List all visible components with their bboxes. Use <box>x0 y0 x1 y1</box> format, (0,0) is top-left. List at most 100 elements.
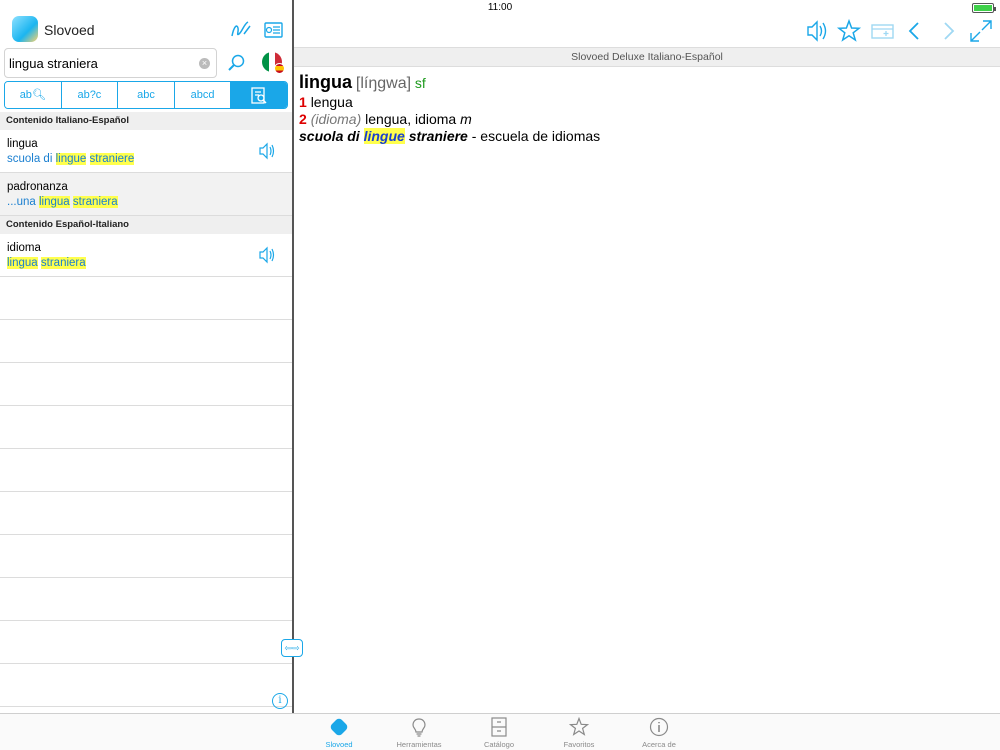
context-highlight: lingua <box>7 257 38 269</box>
list-item-headword: lingua <box>7 138 38 150</box>
empty-list-row <box>0 449 292 492</box>
results-list: Contenido Italiano-Español lingua scuola… <box>0 112 292 707</box>
tab-bar: Slovoed Herramientas Catálogo Favoritos … <box>0 713 1000 750</box>
section-header-it-es: Contenido Italiano-Español <box>0 112 292 130</box>
context-highlight: straniera <box>40 257 86 269</box>
sense-label: (idioma) <box>310 111 362 127</box>
context-highlight: straniere <box>89 153 135 165</box>
expand-icon <box>970 20 992 42</box>
split-resize-handle[interactable]: ⇦⇨ <box>281 639 303 657</box>
speaker-icon <box>807 20 827 42</box>
fulltext-search-icon <box>251 87 267 104</box>
sense-translation[interactable]: lengua, idioma <box>365 111 456 127</box>
chevron-left-icon <box>908 22 919 40</box>
tab-acerca-de[interactable]: Acerca de <box>624 717 694 749</box>
article-part-of-speech: sf <box>414 75 426 91</box>
empty-list-row <box>0 578 292 621</box>
article-sense-2: 2 (idioma) lengua, idioma m <box>299 111 989 128</box>
tab-herramientas[interactable]: Herramientas <box>384 717 454 749</box>
clear-search-button[interactable]: × <box>199 58 210 69</box>
article-header: lingua [líŋgwa] sf <box>299 72 989 92</box>
list-item[interactable]: lingua scuola di lingue straniere <box>0 130 292 173</box>
mode-wildcard[interactable]: ab?c <box>61 82 119 108</box>
mode-headword-label: ab <box>19 89 32 101</box>
context-highlight: straniera <box>72 196 118 208</box>
tab-label: Slovoed <box>325 740 353 749</box>
pronounce-button[interactable] <box>258 142 276 160</box>
add-card-icon <box>871 24 894 39</box>
section-header-es-it: Contenido Español-Italiano <box>0 216 292 234</box>
fullscreen-button[interactable] <box>968 18 994 44</box>
article-content: lingua [líŋgwa] sf 1 lengua 2 (idioma) l… <box>299 72 989 145</box>
article-toolbar <box>294 14 1000 48</box>
empty-list-row <box>0 277 292 320</box>
pane-divider <box>292 0 294 713</box>
info-button[interactable]: i <box>272 693 288 709</box>
empty-list-row <box>0 363 292 406</box>
search-button[interactable] <box>226 52 248 74</box>
sense-gender: m <box>460 111 472 127</box>
tab-catalogo[interactable]: Catálogo <box>464 717 534 749</box>
tab-slovoed[interactable]: Slovoed <box>304 717 374 749</box>
tab-label: Catálogo <box>483 740 515 749</box>
favorite-button[interactable] <box>836 18 862 44</box>
star-icon <box>569 717 589 736</box>
search-mode-selector: ab🔍︎ ab?c abc abcd <box>4 81 288 109</box>
star-icon <box>836 18 862 42</box>
article-transcription: [líŋgwa] <box>355 75 412 92</box>
tab-label: Favoritos <box>563 740 595 749</box>
history-button[interactable] <box>261 20 285 42</box>
empty-list-row <box>0 492 292 535</box>
chevron-right-icon <box>944 22 955 40</box>
cabinet-icon <box>491 717 507 737</box>
mode-headword[interactable]: ab🔍︎ <box>5 82 62 108</box>
magnifier-icon: 🔍︎ <box>31 89 46 101</box>
sense-translation[interactable]: lengua <box>311 94 353 110</box>
example-text[interactable]: scuola di <box>299 128 364 144</box>
slovoed-logo-icon <box>12 16 38 42</box>
mode-anagram[interactable]: abc <box>118 82 175 108</box>
empty-list-row <box>0 535 292 578</box>
dictionary-title: Slovoed Deluxe Italiano-Español <box>294 47 1000 67</box>
app-name: Slovoed <box>44 22 95 38</box>
info-icon <box>649 717 669 737</box>
spanish-flag-icon <box>274 63 285 74</box>
mode-fuzzy[interactable]: abcd <box>174 82 232 108</box>
sense-number: 1 <box>299 94 307 110</box>
list-item[interactable]: idioma lingua straniera <box>0 234 292 277</box>
list-item-context: scuola di lingue straniere <box>7 153 135 165</box>
back-button[interactable] <box>902 18 928 44</box>
empty-list-row <box>0 664 292 707</box>
list-item-headword: idioma <box>7 242 41 254</box>
article-sense-1: 1 lengua <box>299 94 989 111</box>
tab-favoritos[interactable]: Favoritos <box>544 717 614 749</box>
context-highlight: lingue <box>55 153 87 165</box>
example-text[interactable]: straniere <box>405 128 468 144</box>
sense-number: 2 <box>299 111 307 127</box>
speaker-icon <box>259 246 275 264</box>
list-item-context: ...una lingua straniera <box>7 196 118 208</box>
tab-label: Herramientas <box>396 740 442 749</box>
pronounce-button[interactable] <box>258 246 276 264</box>
lightbulb-icon <box>412 718 426 737</box>
context-text: ...una <box>7 196 39 208</box>
tab-label: Acerca de <box>642 740 676 749</box>
mode-fulltext[interactable] <box>231 82 287 108</box>
article-example: scuola di lingue straniere - escuela de … <box>299 128 989 145</box>
battery-icon <box>972 3 996 13</box>
search-input[interactable] <box>9 53 194 73</box>
context-highlight: lingua <box>38 196 70 208</box>
forward-button[interactable] <box>935 18 961 44</box>
handwriting-button[interactable] <box>229 20 253 42</box>
pronounce-article-button[interactable] <box>804 18 830 44</box>
left-pane: Slovoed × ab🔍︎ ab?c abc abcd Contenido I… <box>0 0 292 713</box>
add-to-card-button[interactable] <box>870 18 896 44</box>
speaker-icon <box>259 142 275 160</box>
example-highlight[interactable]: lingue <box>363 128 405 144</box>
search-box: × <box>4 48 217 78</box>
list-item-context: lingua straniera <box>7 257 86 269</box>
history-card-icon <box>264 22 283 38</box>
list-item[interactable]: padronanza ...una lingua straniera <box>0 173 292 216</box>
app-header: Slovoed <box>0 14 292 46</box>
article-headword: lingua <box>299 72 352 92</box>
